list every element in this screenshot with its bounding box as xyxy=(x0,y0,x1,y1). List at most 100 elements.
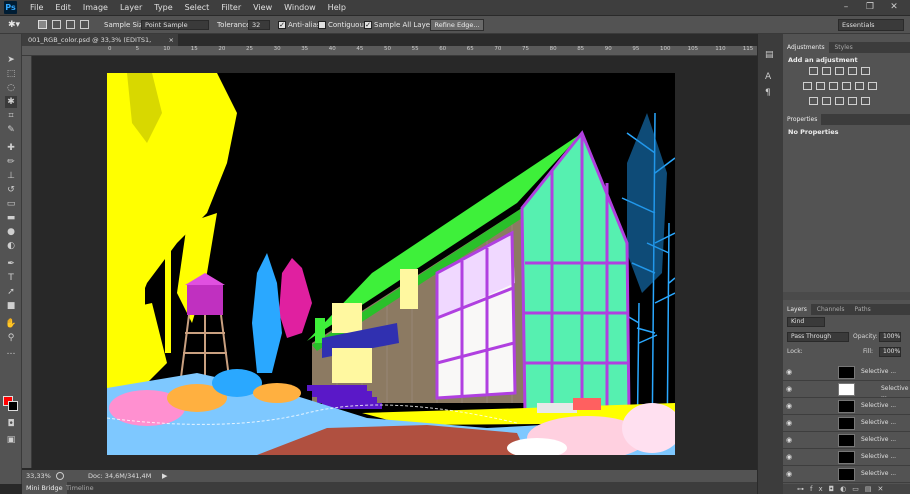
type-tool-icon[interactable]: T xyxy=(5,272,17,284)
eraser-tool-icon[interactable]: ▭ xyxy=(5,198,17,210)
vibrance-icon[interactable] xyxy=(861,67,870,75)
paragraph-panel-icon[interactable]: ¶ xyxy=(765,88,771,98)
menu-file[interactable]: File xyxy=(24,2,49,14)
layer-row[interactable]: ◉ Selective ... xyxy=(783,364,910,381)
gradient-map-icon[interactable] xyxy=(848,97,857,105)
add-to-selection-icon[interactable] xyxy=(52,20,61,29)
contiguous-checkbox[interactable] xyxy=(318,21,326,29)
invert-icon[interactable] xyxy=(809,97,818,105)
visibility-eye-icon[interactable]: ◉ xyxy=(786,402,796,410)
magic-wand-tool-icon[interactable]: ✱ xyxy=(5,96,17,108)
subtract-from-selection-icon[interactable] xyxy=(66,20,75,29)
minimize-button[interactable]: – xyxy=(834,0,858,14)
tab-styles[interactable]: Styles xyxy=(831,42,857,53)
visibility-eye-icon[interactable]: ◉ xyxy=(786,368,796,376)
hand-tool-icon[interactable]: ✋ xyxy=(5,318,17,330)
gradient-tool-icon[interactable]: ▬ xyxy=(5,212,17,224)
healing-brush-tool-icon[interactable]: ✚ xyxy=(5,142,17,154)
clone-stamp-tool-icon[interactable]: ⊥ xyxy=(5,170,17,182)
character-panel-icon[interactable]: A xyxy=(765,72,771,82)
marquee-tool-icon[interactable]: ⬚ xyxy=(5,68,17,80)
menu-layer[interactable]: Layer xyxy=(114,2,148,14)
pen-tool-icon[interactable]: ✒ xyxy=(5,258,17,270)
sample-size-select[interactable]: Point Sample xyxy=(141,20,209,30)
photo-filter-icon[interactable] xyxy=(842,82,851,90)
tab-mini-bridge[interactable]: Mini Bridge xyxy=(22,482,67,494)
menu-view[interactable]: View xyxy=(247,2,278,14)
sample-all-layers-checkbox[interactable]: ✓ xyxy=(364,21,372,29)
visibility-eye-icon[interactable]: ◉ xyxy=(786,470,796,478)
tab-adjustments[interactable]: Adjustments xyxy=(783,42,829,53)
channel-mixer-icon[interactable] xyxy=(855,82,864,90)
artwork-canvas[interactable] xyxy=(107,73,675,455)
selective-color-icon[interactable] xyxy=(861,97,870,105)
close-button[interactable]: ✕ xyxy=(882,0,906,14)
visibility-eye-icon[interactable]: ◉ xyxy=(786,453,796,461)
intersect-selection-icon[interactable] xyxy=(80,20,89,29)
curves-icon[interactable] xyxy=(835,67,844,75)
status-info-icon[interactable] xyxy=(56,472,64,480)
dodge-tool-icon[interactable]: ◐ xyxy=(5,240,17,252)
move-tool-icon[interactable]: ➤ xyxy=(5,54,17,66)
menu-window[interactable]: Window xyxy=(278,2,322,14)
menu-image[interactable]: Image xyxy=(77,2,114,14)
rectangle-tool-icon[interactable]: ■ xyxy=(5,300,17,312)
menu-type[interactable]: Type xyxy=(148,2,178,14)
crop-tool-icon[interactable]: ⌗ xyxy=(5,110,17,122)
brightness-icon[interactable] xyxy=(809,67,818,75)
layer-row[interactable]: ◉ Selective ... xyxy=(783,381,910,399)
layer-row[interactable]: ◉ Selective ... xyxy=(783,449,910,466)
blur-tool-icon[interactable]: ● xyxy=(5,226,17,238)
magic-wand-tool-preset-icon[interactable]: ✱▾ xyxy=(8,16,20,34)
background-color-swatch[interactable] xyxy=(8,401,18,411)
tab-channels[interactable]: Channels xyxy=(813,304,849,315)
layer-row[interactable]: ◉ Selective ... xyxy=(783,415,910,432)
visibility-eye-icon[interactable]: ◉ xyxy=(786,436,796,444)
blend-mode-select[interactable]: Pass Through xyxy=(787,332,849,342)
brush-tool-icon[interactable]: ✏ xyxy=(5,156,17,168)
layer-filter-kind[interactable]: Kind xyxy=(787,317,825,327)
menu-edit[interactable]: Edit xyxy=(49,2,77,14)
close-document-icon[interactable]: × xyxy=(169,34,174,46)
tab-properties[interactable]: Properties xyxy=(783,114,822,125)
new-selection-icon[interactable] xyxy=(38,20,47,29)
exposure-icon[interactable] xyxy=(848,67,857,75)
layers-footer-toolbar[interactable]: ⊶fx◘◐▭▤✕ xyxy=(783,484,910,494)
levels-icon[interactable] xyxy=(822,67,831,75)
tab-timeline[interactable]: Timeline xyxy=(66,482,94,494)
refine-edge-button[interactable]: Refine Edge... xyxy=(430,19,484,31)
menu-select[interactable]: Select xyxy=(179,2,216,14)
menu-filter[interactable]: Filter xyxy=(215,2,247,14)
threshold-icon[interactable] xyxy=(835,97,844,105)
more-tools-icon[interactable]: … xyxy=(5,346,17,358)
visibility-eye-icon[interactable]: ◉ xyxy=(786,419,796,427)
lasso-tool-icon[interactable]: ◌ xyxy=(5,82,17,94)
anti-alias-checkbox[interactable]: ✓ xyxy=(278,21,286,29)
path-selection-tool-icon[interactable]: ➚ xyxy=(5,286,17,298)
layer-row[interactable]: ◉ Selective ... xyxy=(783,432,910,449)
fill-input[interactable]: 100% xyxy=(879,347,901,357)
layer-row[interactable]: ◉ Selective ... xyxy=(783,398,910,415)
posterize-icon[interactable] xyxy=(822,97,831,105)
zoom-level[interactable]: 33,33% xyxy=(26,470,51,482)
color-lookup-icon[interactable] xyxy=(868,82,877,90)
history-panel-icon[interactable]: ▤ xyxy=(765,50,774,60)
black-white-icon[interactable] xyxy=(829,82,838,90)
hue-saturation-icon[interactable] xyxy=(803,82,812,90)
history-brush-tool-icon[interactable]: ↺ xyxy=(5,184,17,196)
tab-layers[interactable]: Layers xyxy=(783,304,811,315)
restore-button[interactable]: ❐ xyxy=(858,0,882,14)
tolerance-input[interactable]: 32 xyxy=(248,20,270,30)
screen-mode-icon[interactable]: ▣ xyxy=(5,434,17,446)
status-arrow-icon[interactable]: ▶ xyxy=(162,470,167,482)
zoom-tool-icon[interactable]: ⚲ xyxy=(5,332,17,344)
document-tab[interactable]: 001_RGB_color.psd @ 33,3% (EDITS1, RGB/1… xyxy=(22,34,178,56)
quick-mask-icon[interactable]: ◘ xyxy=(5,418,17,430)
workspace-select[interactable]: Essentials xyxy=(838,19,904,31)
menu-help[interactable]: Help xyxy=(322,2,352,14)
tab-paths[interactable]: Paths xyxy=(850,304,874,315)
eyedropper-tool-icon[interactable]: ✎ xyxy=(5,124,17,136)
layer-row[interactable]: ◉ Selective ... xyxy=(783,466,910,483)
opacity-input[interactable]: 100% xyxy=(879,332,901,342)
visibility-eye-icon[interactable]: ◉ xyxy=(786,385,796,393)
